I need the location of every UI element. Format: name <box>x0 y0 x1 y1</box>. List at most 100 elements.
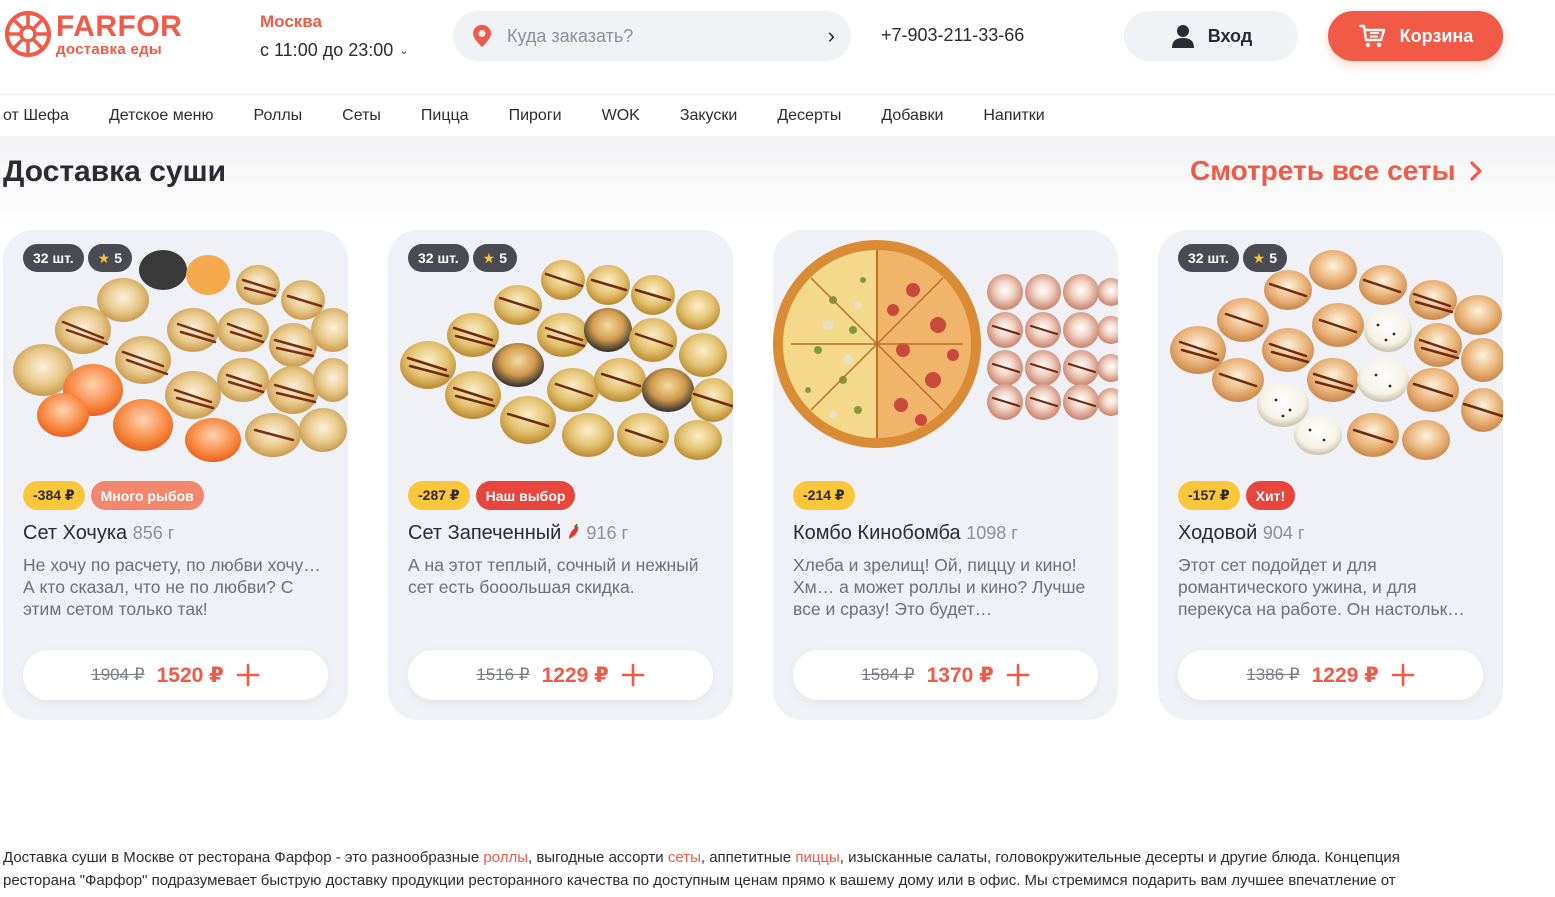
tag-row: -287 ₽ Наш выбор <box>408 481 576 510</box>
old-price: 1386 ₽ <box>1246 665 1300 684</box>
star-icon: ★ <box>482 249 496 266</box>
city-name[interactable]: Москва <box>260 12 409 32</box>
nav-item-drinks[interactable]: Напитки <box>983 107 1044 125</box>
nav-item-pies[interactable]: Пироги <box>509 107 562 125</box>
logo-name: FARFOR <box>56 9 183 43</box>
quantity-badge: 32 шт. <box>408 244 469 272</box>
chili-pepper-icon <box>568 523 579 539</box>
location-pin-icon <box>473 25 491 47</box>
product-card[interactable]: -214 ₽ Комбо Кинобомба 1098 г Хлеба и зр… <box>773 230 1118 720</box>
see-all-sets-link[interactable]: Смотреть все сеты <box>1190 155 1484 187</box>
badge-row: 32 шт. ★ 5 <box>408 244 518 272</box>
product-name: Комбо Кинобомба <box>793 522 961 544</box>
product-name: Сет Запеченный <box>408 522 562 544</box>
phone-number[interactable]: +7-903-211-33-66 <box>881 25 1024 46</box>
quantity-badge: 32 шт. <box>23 244 84 272</box>
current-price: 1520 ₽ <box>156 663 224 687</box>
current-price: 1229 ₽ <box>541 663 609 687</box>
seo-text-segment: , выгодные ассорти <box>528 849 668 866</box>
chevron-right-icon[interactable]: › <box>828 23 835 49</box>
badge-row: 32 шт. ★ 5 <box>1178 244 1288 272</box>
nav-item-chef[interactable]: от Шефа <box>3 107 69 125</box>
star-icon: ★ <box>97 249 111 266</box>
add-to-cart-button[interactable]: 1584 ₽ 1370 ₽ <box>793 650 1098 700</box>
add-to-cart-button[interactable]: 1386 ₽ 1229 ₽ <box>1178 650 1483 700</box>
login-button[interactable]: Вход <box>1124 11 1298 61</box>
cart-button[interactable]: Корзина <box>1328 11 1503 61</box>
rating-badge: ★ 5 <box>87 244 133 272</box>
work-hours-text: с 11:00 до 23:00 <box>260 40 394 60</box>
seo-text-segment: Доставка суши в Москве от ресторана Фарф… <box>3 849 484 866</box>
category-nav: от Шефа Детское меню Роллы Сеты Пицца Пи… <box>0 94 1555 136</box>
product-image-pizza-combo[interactable] <box>773 230 1118 462</box>
old-price: 1584 ₽ <box>861 665 915 684</box>
nav-item-snacks[interactable]: Закуски <box>680 107 738 125</box>
see-all-label: Смотреть все сеты <box>1190 155 1456 186</box>
section-title: Доставка суши <box>3 155 227 188</box>
quantity-badge: 32 шт. <box>1178 244 1239 272</box>
star-icon: ★ <box>1252 249 1266 266</box>
work-hours[interactable]: с 11:00 до 23:00 ⌄ <box>260 40 409 61</box>
product-card[interactable]: 32 шт. ★ 5 -287 ₽ Наш выбор Сет Запеченны… <box>388 230 733 720</box>
discount-badge: -214 ₽ <box>793 481 855 510</box>
seo-text-segment: , аппетитные <box>700 849 796 866</box>
add-to-cart-button[interactable]: 1516 ₽ 1229 ₽ <box>408 650 713 700</box>
city-selector[interactable]: Москва с 11:00 до 23:00 ⌄ <box>260 12 409 61</box>
product-description: Этот сет подойдет и для романтического у… <box>1178 555 1465 619</box>
logo-subtitle: доставка еды <box>56 40 163 58</box>
tag-row: -214 ₽ <box>793 481 855 510</box>
current-price: 1229 ₽ <box>1311 663 1379 687</box>
login-label: Вход <box>1207 25 1253 46</box>
discount-badge: -384 ₽ <box>23 481 85 510</box>
plus-icon <box>236 663 260 687</box>
plus-icon <box>621 663 645 687</box>
seo-line-1: Доставка суши в Москве от ресторана Фарф… <box>3 846 1503 869</box>
chevron-down-icon: ⌄ <box>399 45 409 57</box>
product-weight: 916 г <box>586 523 629 543</box>
rolls-link[interactable]: роллы <box>483 849 528 866</box>
rating-value: 5 <box>1269 250 1278 266</box>
nav-item-wok[interactable]: WOK <box>602 107 640 125</box>
rating-badge: ★ 5 <box>472 244 518 272</box>
product-card[interactable]: 32 шт. ★ 5 -157 ₽ Хит! Ходовой 904 г Этот… <box>1158 230 1503 720</box>
product-title[interactable]: Сет Хочука 856 г <box>23 522 174 545</box>
nav-item-desserts[interactable]: Десерты <box>777 107 841 125</box>
product-card[interactable]: 32 шт. ★ 5 -384 ₽ Много рыбов Сет Хочука … <box>3 230 348 720</box>
product-weight: 856 г <box>132 523 175 543</box>
rating-value: 5 <box>114 250 123 266</box>
seo-line-2: ресторана "Фарфор" подразумевает быструю… <box>3 872 1396 889</box>
plus-icon <box>1391 663 1415 687</box>
nav-item-extras[interactable]: Добавки <box>881 107 943 125</box>
product-title[interactable]: Сет Запеченный 916 г <box>408 522 628 545</box>
tag-row: -384 ₽ Много рыбов <box>23 481 204 510</box>
old-price: 1516 ₽ <box>476 665 530 684</box>
badge-row: 32 шт. ★ 5 <box>23 244 133 272</box>
logo[interactable]: FARFOR доставка еды <box>4 10 182 58</box>
product-weight: 1098 г <box>966 523 1018 543</box>
address-input[interactable] <box>507 16 828 56</box>
cart-icon <box>1358 24 1385 48</box>
product-description: Хлеба и зрелищ! Ой, пиццу и кино! Хм… а … <box>793 555 1086 619</box>
user-icon <box>1171 25 1194 48</box>
nav-item-kids-menu[interactable]: Детское меню <box>109 107 214 125</box>
product-description: А на этот теплый, сочный и нежный сет ес… <box>408 555 699 597</box>
logo-icon <box>5 11 51 57</box>
sets-link[interactable]: сеты <box>668 849 701 866</box>
add-to-cart-button[interactable]: 1904 ₽ 1520 ₽ <box>23 650 328 700</box>
product-name: Сет Хочука <box>23 522 128 544</box>
pizza-link[interactable]: пиццы <box>795 849 839 866</box>
nav-item-rolls[interactable]: Роллы <box>253 107 302 125</box>
seo-description: Доставка суши в Москве от ресторана Фарф… <box>3 846 1503 892</box>
seo-text-segment: , изысканные салаты, головокружительные … <box>839 849 1400 866</box>
chevron-right-icon <box>1469 161 1482 181</box>
nav-item-sets[interactable]: Сеты <box>342 107 381 125</box>
product-weight: 904 г <box>1262 523 1305 543</box>
product-title[interactable]: Комбо Кинобомба 1098 г <box>793 522 1018 545</box>
product-name: Ходовой <box>1178 522 1258 544</box>
nav-item-pizza[interactable]: Пицца <box>421 107 469 125</box>
product-title[interactable]: Ходовой 904 г <box>1178 522 1304 545</box>
label-badge: Наш выбор <box>475 481 576 510</box>
rating-value: 5 <box>499 250 508 266</box>
address-search[interactable]: › <box>453 11 851 61</box>
cart-label: Корзина <box>1399 25 1474 46</box>
